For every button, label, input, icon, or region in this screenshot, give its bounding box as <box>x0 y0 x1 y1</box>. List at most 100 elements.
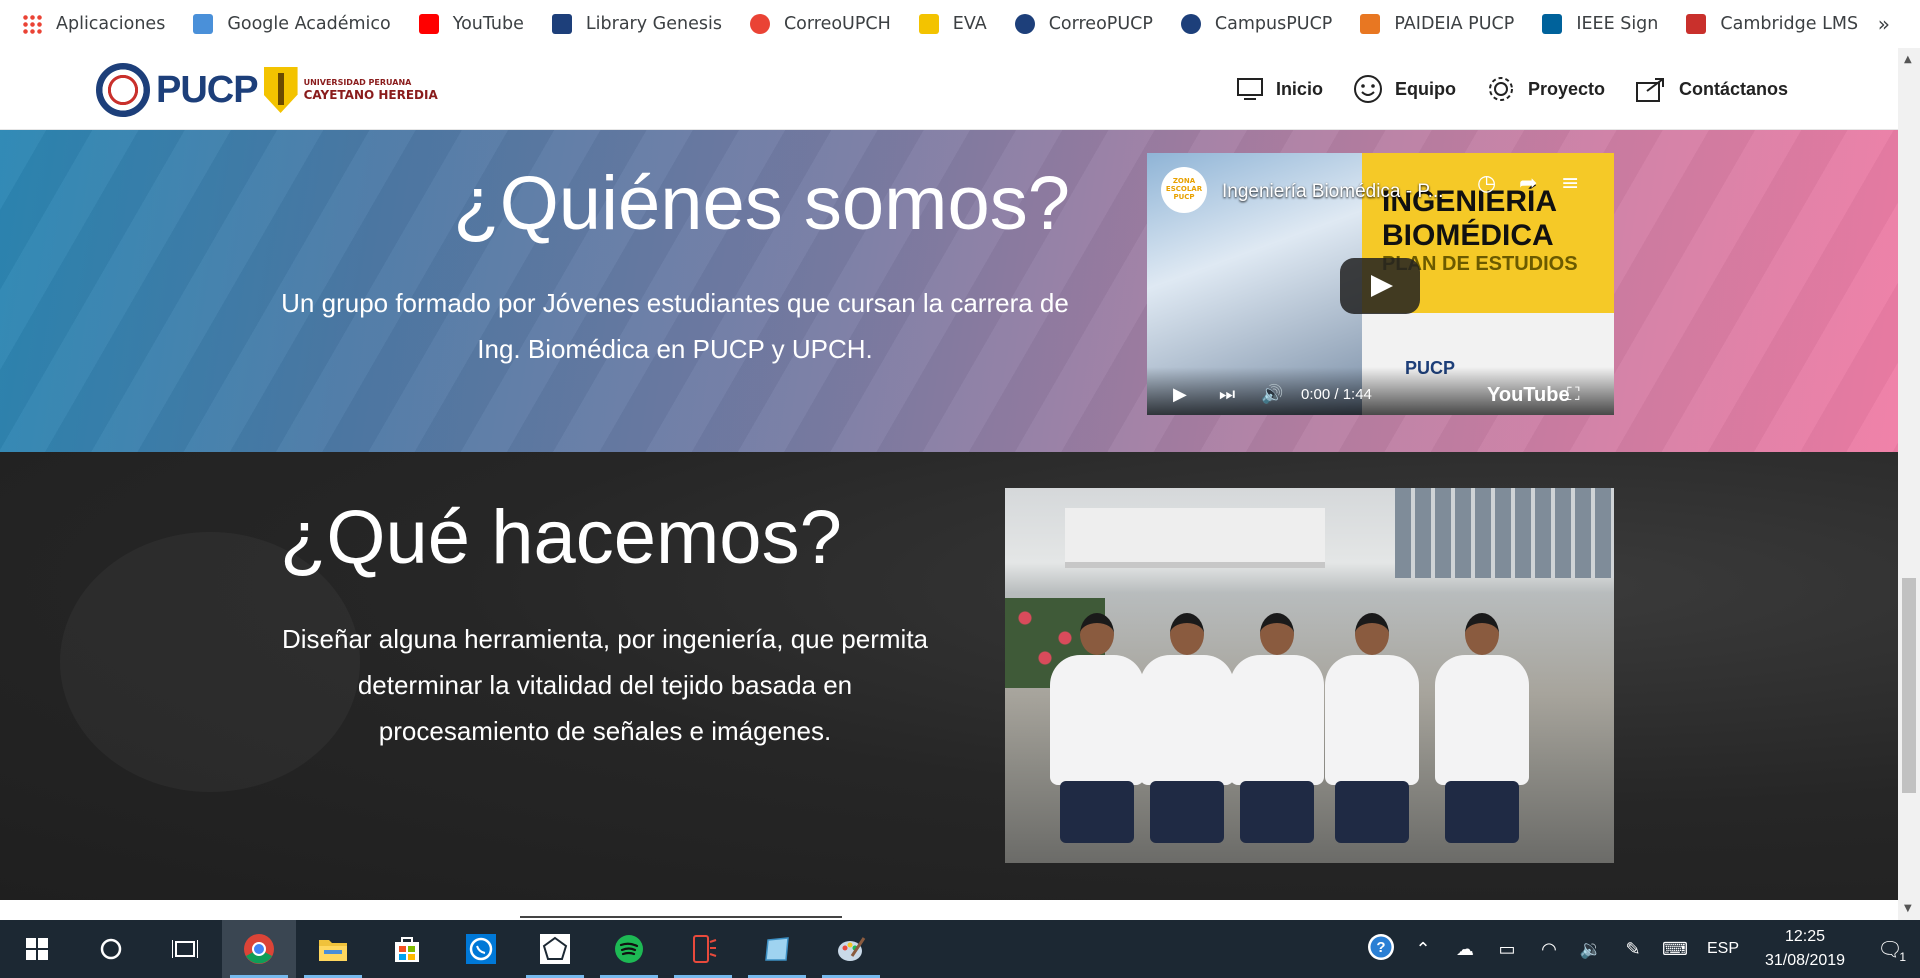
nav-proyecto-label: Proyecto <box>1527 78 1605 99</box>
gear-icon <box>1488 77 1513 101</box>
scroll-up-arrow-icon[interactable]: ▲ <box>1904 54 1912 65</box>
quienes-somos-text: Un grupo formado por Jóvenes estudiantes… <box>281 288 1069 364</box>
team-member <box>1140 613 1234 843</box>
youtube-icon <box>418 14 439 34</box>
bookmark-campuspucp[interactable]: CampusPUCP <box>1180 6 1333 42</box>
google-icon <box>749 14 770 34</box>
bookmark-ieee-sign[interactable]: IEEE Sign <box>1542 6 1658 42</box>
paideia-icon <box>1360 14 1381 34</box>
bookmarks-overflow-button[interactable]: » <box>1878 12 1890 36</box>
bookmark-cambridge-lms[interactable]: Cambridge LMS <box>1686 6 1858 42</box>
upch-logo-text: UNIVERSIDAD PERUANA CAYETANO HEREDIA <box>303 78 438 102</box>
bookmark-label: Google Académico <box>227 14 391 34</box>
upch-shield-icon <box>263 67 298 113</box>
youtube-video-embed[interactable]: INGENIERÍA BIOMÉDICA PLAN DE ESTUDIOS PU… <box>1147 153 1614 415</box>
clock[interactable]: 12:25 31/08/2019 <box>1750 925 1860 973</box>
language-indicator[interactable]: ESP <box>1696 940 1750 958</box>
play-icon[interactable]: ▶ <box>1173 384 1187 405</box>
next-icon[interactable]: ⏭ <box>1219 384 1235 405</box>
que-hacemos-heading: ¿Qué hacemos? <box>280 495 842 580</box>
page-scrollbar[interactable]: ▲ ▼ <box>1898 48 1920 920</box>
monitor-icon <box>1236 78 1263 100</box>
file-explorer-app[interactable] <box>296 920 370 978</box>
action-center-button[interactable]: 🗨 1 <box>1860 937 1920 964</box>
app-icon <box>540 934 570 964</box>
app-unknown[interactable] <box>518 920 592 978</box>
scroll-down-arrow-icon[interactable]: ▼ <box>1904 903 1912 914</box>
video-title[interactable]: Ingeniería Biomédica - P... <box>1222 181 1443 203</box>
google-scholar-icon <box>193 14 214 34</box>
pucp-seal-icon <box>1014 14 1035 34</box>
notes-app[interactable] <box>740 920 814 978</box>
task-view-icon <box>172 940 198 958</box>
volume-icon[interactable]: 🔉 <box>1570 939 1612 960</box>
nav-inicio[interactable]: Inicio <box>1236 77 1323 101</box>
page-bottom-edge <box>0 900 1898 920</box>
pucp-seal-icon <box>1180 14 1201 34</box>
video-channel-avatar[interactable]: ZONA ESCOLAR PUCP <box>1161 167 1207 213</box>
store-app[interactable] <box>370 920 444 978</box>
nav-inicio-label: Inicio <box>1275 78 1323 99</box>
nav-contactanos[interactable]: Contáctanos <box>1635 75 1788 103</box>
pen-icon[interactable]: ✎ <box>1612 939 1654 960</box>
show-hidden-icons-chevron-icon[interactable]: ⌃ <box>1402 939 1444 960</box>
watch-later-icon[interactable]: ◷ <box>1477 171 1496 196</box>
paint-icon <box>838 937 866 961</box>
section-que-hacemos: ¿Qué hacemos? Diseñar alguna herramienta… <box>0 452 1898 900</box>
bookmark-eva[interactable]: EVA <box>918 6 987 42</box>
search-circle-icon <box>100 938 122 960</box>
chrome-app[interactable] <box>222 920 296 978</box>
bookmark-label: Library Genesis <box>585 14 722 34</box>
keyboard-icon[interactable]: ⌨ <box>1654 939 1696 960</box>
folder-icon <box>319 940 347 961</box>
bookmarks-bar: Aplicaciones Google Académico YouTube Libra… <box>0 0 1920 48</box>
battery-icon[interactable]: ▭ <box>1486 939 1528 960</box>
youtube-logo[interactable]: YouTube <box>1487 384 1570 407</box>
nav-equipo[interactable]: Equipo <box>1353 74 1456 104</box>
nav-proyecto[interactable]: Proyecto <box>1486 74 1605 104</box>
section-quienes-somos: ¿Quiénes somos? Un grupo formado por Jóv… <box>0 130 1898 452</box>
system-tray: ? ⌃ ☁ ▭ ◠ 🔉 ✎ ⌨ ESP 12:25 31/08/2019 🗨 1 <box>1360 920 1920 978</box>
apps-grid-icon <box>22 14 42 34</box>
share-icon <box>1635 78 1664 102</box>
video-play-button[interactable] <box>1340 258 1420 314</box>
bookmark-library-genesis[interactable]: Library Genesis <box>551 6 722 42</box>
phone-app[interactable] <box>666 920 740 978</box>
nav-equipo-label: Equipo <box>1394 78 1456 99</box>
site-logo[interactable]: PUCP UNIVERSIDAD PERUANA CAYETANO HEREDI… <box>96 62 456 118</box>
bookmark-label: IEEE Sign <box>1576 14 1659 34</box>
bookmark-aplicaciones[interactable]: Aplicaciones <box>22 6 165 42</box>
volume-icon[interactable]: 🔊 <box>1261 384 1283 405</box>
wifi-icon[interactable]: ◠ <box>1528 939 1570 960</box>
cortana-button[interactable] <box>74 920 148 978</box>
svg-text:?: ? <box>1376 939 1385 956</box>
paint-app[interactable] <box>814 920 888 978</box>
playlist-icon[interactable]: ≡ <box>1561 171 1579 196</box>
bookmark-google-acad-mico[interactable]: Google Académico <box>193 6 391 42</box>
team-photo <box>1005 488 1614 863</box>
bookmark-correoupch[interactable]: CorreoUPCH <box>749 6 891 42</box>
bookmark-label: CampusPUCP <box>1214 14 1333 34</box>
pucp-seal-icon <box>96 63 150 117</box>
notes-icon <box>765 937 789 961</box>
task-view-button[interactable] <box>148 920 222 978</box>
bookmark-correopucp[interactable]: CorreoPUCP <box>1014 6 1153 42</box>
start-button[interactable] <box>0 920 74 978</box>
help-icon[interactable]: ? <box>1360 933 1402 966</box>
onedrive-cloud-icon[interactable]: ☁ <box>1444 939 1486 960</box>
bookmark-youtube[interactable]: YouTube <box>418 6 524 42</box>
video-time: 0:00 / 1:44 <box>1301 386 1372 403</box>
bookmark-paideia-pucp[interactable]: PAIDEIA PUCP <box>1360 6 1514 42</box>
whatsapp-app[interactable] <box>444 920 518 978</box>
spotify-app[interactable] <box>592 920 666 978</box>
team-member <box>1050 613 1144 843</box>
fullscreen-icon[interactable]: ⛶ <box>1567 384 1580 405</box>
quienes-somos-heading: ¿Quiénes somos? <box>453 161 1070 246</box>
windows-icon <box>26 938 48 960</box>
ieee-icon <box>1542 14 1563 34</box>
bookmark-label: PAIDEIA PUCP <box>1394 14 1515 34</box>
share-video-icon[interactable]: ➦ <box>1519 171 1537 196</box>
scrollbar-thumb[interactable] <box>1902 578 1916 793</box>
site-navbar: PUCP UNIVERSIDAD PERUANA CAYETANO HEREDI… <box>0 48 1898 130</box>
help-circle-icon: ? <box>1368 933 1394 960</box>
